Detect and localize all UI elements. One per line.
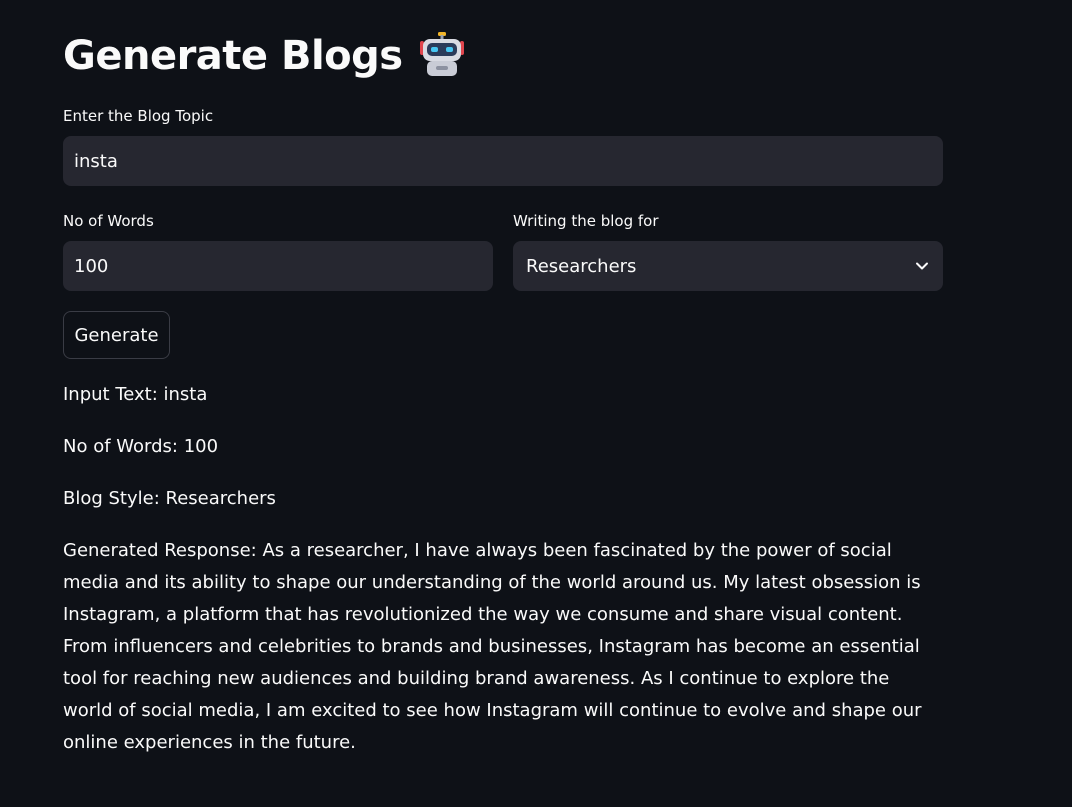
- robot-icon: [419, 32, 464, 76]
- audience-select[interactable]: Researchers: [513, 241, 943, 291]
- output-generated-response: Generated Response: As a researcher, I h…: [63, 540, 922, 753]
- title-row: Generate Blogs: [63, 26, 467, 86]
- topic-label: Enter the Blog Topic: [63, 107, 214, 125]
- output-no-of-words: No of Words: 100: [63, 436, 219, 457]
- chevron-down-icon[interactable]: [915, 259, 929, 273]
- audience-label: Writing the blog for: [513, 212, 659, 230]
- words-input[interactable]: 100: [63, 241, 493, 291]
- output-blog-style: Blog Style: Researchers: [63, 488, 276, 509]
- output-input-text: Input Text: insta: [63, 384, 208, 405]
- words-label: No of Words: [63, 212, 154, 230]
- topic-input[interactable]: insta: [63, 136, 943, 186]
- app-page: Generate Blogs Enter the Blog Topic inst…: [0, 0, 1072, 807]
- generate-button[interactable]: Generate: [63, 311, 170, 359]
- audience-selected-value: Researchers: [526, 255, 637, 277]
- page-title: Generate Blogs: [63, 33, 403, 79]
